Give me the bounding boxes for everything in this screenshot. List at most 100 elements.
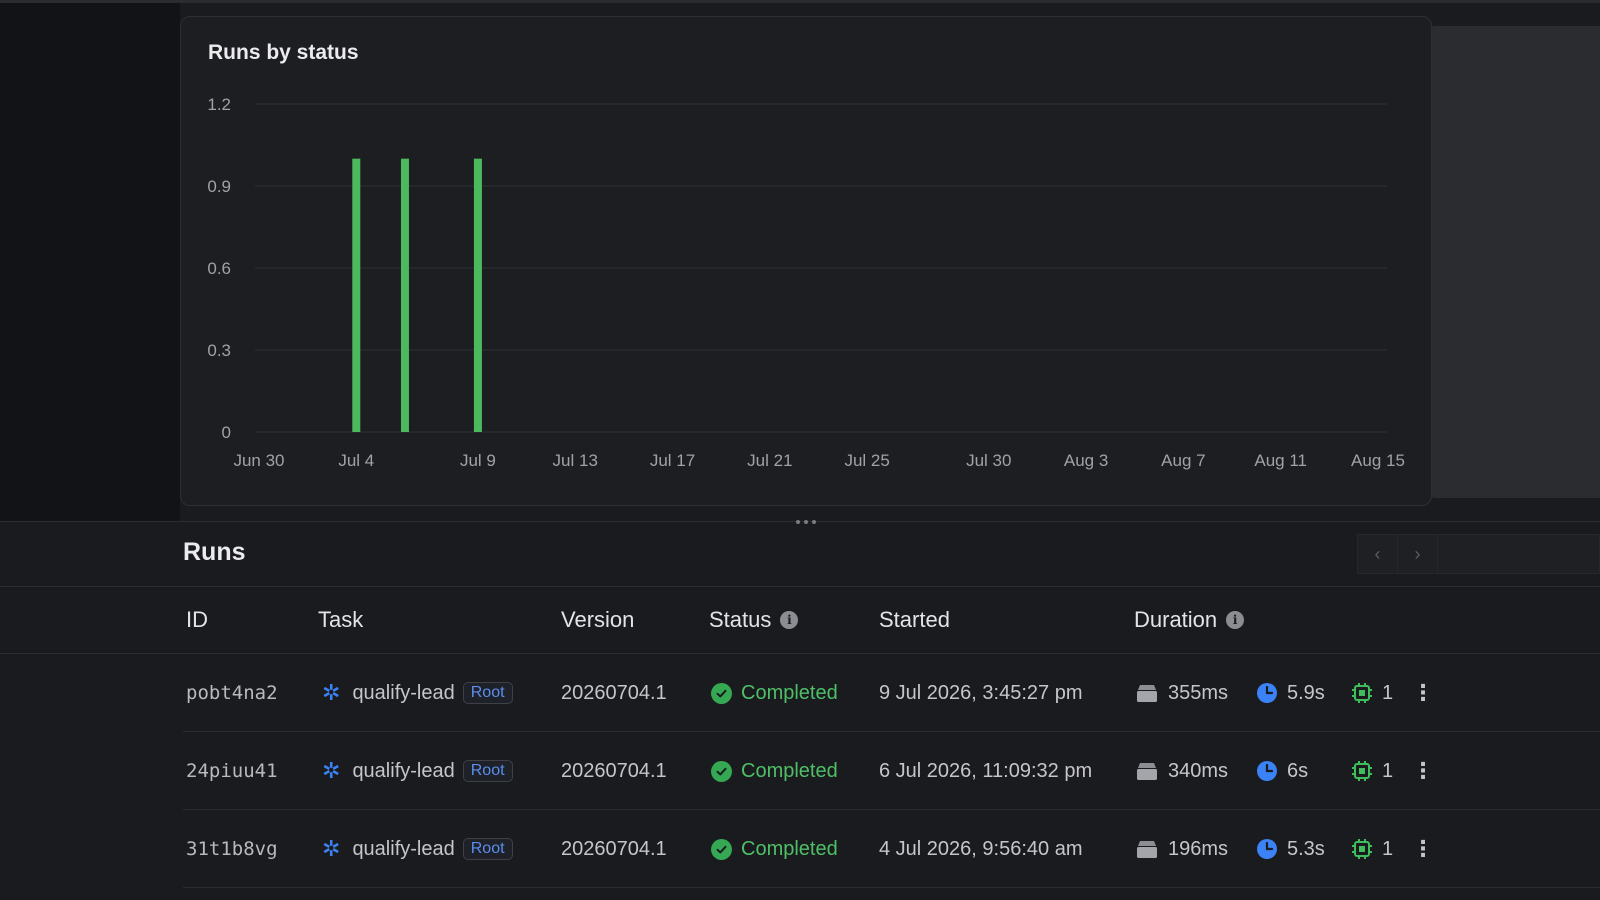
column-header-status[interactable]: Status i <box>709 607 799 633</box>
check-circle-icon <box>711 838 732 860</box>
x-tick-label: Aug 3 <box>1064 451 1108 470</box>
check-circle-icon <box>711 682 732 704</box>
column-header-task[interactable]: Task <box>318 607 363 633</box>
clock-icon <box>1257 761 1277 781</box>
root-badge: Root <box>462 682 513 704</box>
column-header-started-label: Started <box>879 607 950 632</box>
resize-handle[interactable] <box>793 519 819 525</box>
task-icon: ✲ <box>322 680 341 705</box>
task-name: qualify-lead <box>352 681 455 704</box>
y-tick-label: 1.2 <box>207 95 231 114</box>
queue-metric: 340ms <box>1135 732 1228 810</box>
queue-time: 196ms <box>1168 837 1229 860</box>
status-label: Completed <box>741 837 838 860</box>
runs-by-status-chart-card: 0 0.3 0.6 0.9 1.2 Jun 30 Jul 4 Jul 9 Jul 13 Jul 1… <box>180 16 1432 506</box>
column-header-status-label: Status <box>709 607 772 632</box>
clock-icon <box>1257 839 1277 859</box>
chevron-right-icon[interactable]: › <box>1398 535 1438 573</box>
version: 20260704.1 <box>561 759 667 782</box>
chart-bar[interactable] <box>400 158 409 432</box>
started-time: 9 Jul 2026, 3:45:27 pm <box>879 681 1083 704</box>
column-header-duration[interactable]: Duration i <box>1134 607 1245 633</box>
x-tick-label: Jul 25 <box>844 451 889 470</box>
duration-value: 6s <box>1287 759 1309 782</box>
runs-table-header: ID Task Version Status i Started Duration… <box>0 587 1600 654</box>
task-icon: ✲ <box>322 758 341 783</box>
table-row[interactable]: 31t1b8vg ✲ qualify-lead Root 20260704.1 … <box>0 810 1600 888</box>
chart-bar[interactable] <box>473 158 482 432</box>
top-strip <box>0 0 1600 3</box>
task-name: qualify-lead <box>352 759 455 782</box>
more-vertical-icon[interactable]: ⋮ <box>1412 654 1434 732</box>
task-icon: ✲ <box>322 836 341 861</box>
status-cell: Completed <box>711 654 838 732</box>
runs-section-title: Runs <box>183 538 246 566</box>
queue-metric: 355ms <box>1135 654 1228 732</box>
machine-metric: 1 <box>1351 654 1393 732</box>
run-id[interactable]: 31t1b8vg <box>186 810 278 888</box>
x-tick-label: Jun 30 <box>233 451 284 470</box>
version: 20260704.1 <box>561 681 667 704</box>
info-icon[interactable]: i <box>780 611 799 629</box>
task-name: qualify-lead <box>352 837 455 860</box>
left-background-panel <box>0 3 180 521</box>
more-vertical-icon[interactable]: ⋮ <box>1412 732 1434 810</box>
column-header-duration-label: Duration <box>1134 607 1218 632</box>
x-tick-label: Jul 9 <box>460 451 496 470</box>
x-tick-label: Jul 17 <box>650 451 695 470</box>
info-icon[interactable]: i <box>1226 611 1245 629</box>
row-divider <box>183 887 1600 888</box>
queue-icon <box>1137 763 1157 780</box>
x-tick-label: Aug 15 <box>1351 451 1405 470</box>
machine-metric: 1 <box>1351 810 1393 888</box>
x-tick-label: Jul 30 <box>966 451 1011 470</box>
check-circle-icon <box>711 760 732 782</box>
machine-count: 1 <box>1382 681 1394 704</box>
y-tick-label: 0.3 <box>207 341 231 360</box>
machine-metric: 1 <box>1351 732 1393 810</box>
x-tick-label: Jul 4 <box>338 451 374 470</box>
table-row[interactable]: pobt4na2 ✲ qualify-lead Root 20260704.1 … <box>0 654 1600 732</box>
cpu-icon <box>1352 683 1372 703</box>
column-header-id-label: ID <box>186 607 208 632</box>
status-cell: Completed <box>711 732 838 810</box>
task-cell: ✲ qualify-lead Root <box>322 732 513 810</box>
x-tick-label: Jul 13 <box>553 451 598 470</box>
cpu-icon <box>1352 761 1372 781</box>
x-tick-label: Jul 21 <box>747 451 792 470</box>
duration-metric: 5.3s <box>1256 810 1325 888</box>
task-cell: ✲ qualify-lead Root <box>322 654 513 732</box>
duration-value: 5.9s <box>1287 681 1325 704</box>
root-badge: Root <box>462 838 513 860</box>
machine-count: 1 <box>1382 837 1394 860</box>
x-tick-label: Aug 7 <box>1161 451 1205 470</box>
queue-time: 355ms <box>1168 681 1229 704</box>
y-tick-label: 0.6 <box>207 259 231 278</box>
more-vertical-icon[interactable]: ⋮ <box>1412 810 1434 888</box>
started-time: 6 Jul 2026, 11:09:32 pm <box>879 759 1093 782</box>
status-label: Completed <box>741 759 838 782</box>
queue-time: 340ms <box>1168 759 1229 782</box>
chart-bar[interactable] <box>352 158 361 432</box>
table-row[interactable]: 24piuu41 ✲ qualify-lead Root 20260704.1 … <box>0 732 1600 810</box>
duration-metric: 5.9s <box>1256 654 1325 732</box>
queue-icon <box>1137 685 1157 702</box>
version: 20260704.1 <box>561 837 667 860</box>
queue-icon <box>1137 841 1157 858</box>
run-id[interactable]: pobt4na2 <box>186 654 278 732</box>
y-tick-label: 0.9 <box>207 177 231 196</box>
clock-icon <box>1257 683 1277 703</box>
duration-metric: 6s <box>1256 732 1308 810</box>
cpu-icon <box>1352 839 1372 859</box>
root-badge: Root <box>462 760 513 782</box>
x-tick-label: Aug 11 <box>1254 451 1307 470</box>
queue-metric: 196ms <box>1135 810 1228 888</box>
column-header-version-label: Version <box>561 607 635 632</box>
runs-by-status-chart: 0 0.3 0.6 0.9 1.2 Jun 30 Jul 4 Jul 9 Jul 13 Jul 1… <box>207 95 1405 470</box>
duration-value: 5.3s <box>1287 837 1325 860</box>
column-header-id[interactable]: ID <box>186 607 208 633</box>
chevron-left-icon[interactable]: ‹ <box>1358 535 1398 573</box>
run-id[interactable]: 24piuu41 <box>186 732 278 810</box>
column-header-version[interactable]: Version <box>561 607 634 633</box>
column-header-started[interactable]: Started <box>879 607 950 633</box>
